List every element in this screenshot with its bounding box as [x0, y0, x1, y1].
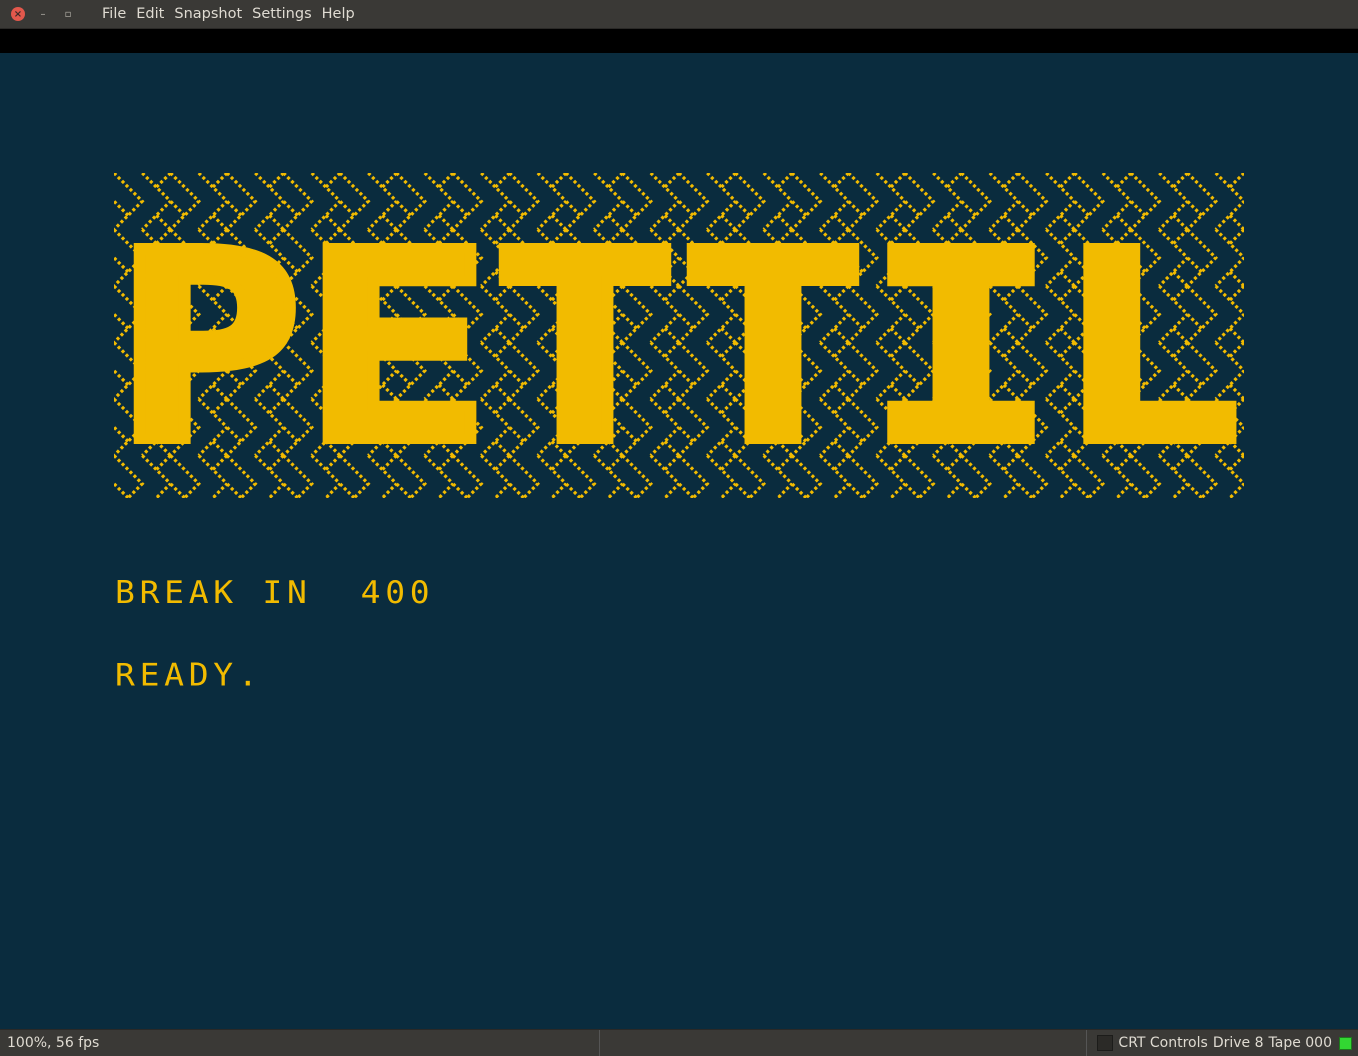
crt-controls-toggle[interactable] [1097, 1035, 1114, 1051]
menu-help[interactable]: Help [317, 6, 360, 22]
close-window-icon[interactable]: × [11, 7, 25, 21]
emulator-border-top [0, 29, 1358, 53]
basic-console-output: BREAK IN 400 READY. [115, 523, 434, 743]
console-line: BREAK IN 400 [115, 573, 435, 611]
console-line: READY. [115, 656, 263, 694]
emulator-screen[interactable]: PETTIL BREAK IN 400 READY. [0, 53, 1358, 1029]
status-right-controls: CRT Controls Drive 8 Tape 000 [1087, 1030, 1358, 1056]
tape-led-icon [1339, 1036, 1352, 1050]
speed-fps-readout: 100%, 56 fps [0, 1030, 600, 1056]
pettil-logo: PETTIL [114, 173, 1244, 498]
menu-settings[interactable]: Settings [247, 6, 316, 22]
status-bar: 100%, 56 fps CRT Controls Drive 8 Tape 0… [0, 1029, 1358, 1056]
minimize-window-icon[interactable]: – [36, 7, 50, 21]
status-spacer [600, 1030, 1088, 1056]
menu-snapshot[interactable]: Snapshot [169, 6, 247, 22]
restore-window-icon[interactable]: ▫ [61, 7, 75, 21]
logo-text: PETTIL [115, 196, 1243, 498]
menu-list: File Edit Snapshot Settings Help [97, 6, 360, 22]
crt-controls-label[interactable]: CRT Controls [1118, 1035, 1207, 1051]
menu-bar: × – ▫ File Edit Snapshot Settings Help [0, 0, 1358, 29]
drive-label[interactable]: Drive 8 [1213, 1035, 1264, 1051]
menu-edit[interactable]: Edit [131, 6, 169, 22]
tape-label[interactable]: Tape 000 [1269, 1035, 1333, 1051]
menu-file[interactable]: File [97, 6, 131, 22]
